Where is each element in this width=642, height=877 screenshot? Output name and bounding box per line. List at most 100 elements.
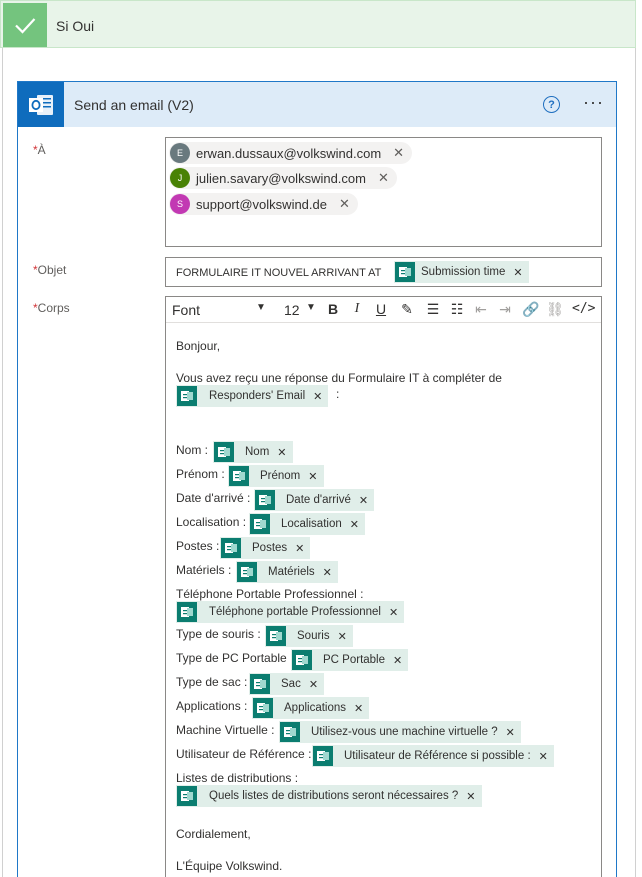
dynamic-token[interactable]: Utilisateur de Référence si possible : ✕ [312,745,554,767]
highlight-icon[interactable]: ✎ [398,301,416,318]
font-size-select[interactable]: 12 [284,302,300,318]
body-label-line: Prénom : [176,467,225,481]
remove-icon[interactable]: ✕ [359,494,368,507]
body-phone-label: Téléphone Portable Professionnel : [176,587,364,601]
dynamic-token[interactable]: Date d'arrivé ✕ [254,489,375,511]
forms-icon [177,602,197,622]
body-label-line: Date d'arrivé : [176,491,251,505]
dynamic-token[interactable]: Téléphone portable Professionnel ✕ [176,601,405,623]
forms-icon [177,386,197,406]
recipient-chip[interactable]: J julien.savary@volkswind.com ✕ [169,167,397,189]
dynamic-token[interactable]: Postes ✕ [220,537,311,559]
body-label-line: Applications : [176,699,248,713]
outlook-icon [18,82,64,127]
link-icon[interactable]: 🔗 [522,301,540,318]
forms-icon [313,746,333,766]
body-label-line: Localisation : [176,515,247,529]
to-field[interactable]: E erwan.dussaux@volkswind.com ✕ J julien… [165,137,602,247]
numbered-list-icon[interactable]: ☷ [448,301,466,318]
remove-icon[interactable]: ✕ [350,518,359,531]
dynamic-token[interactable]: Submission time ✕ [394,261,529,283]
forms-icon [253,698,273,718]
dynamic-token[interactable]: Souris ✕ [265,625,353,647]
help-icon[interactable]: ? [543,96,560,113]
remove-icon[interactable]: ✕ [466,790,475,803]
dynamic-token[interactable]: Quels listes de distributions seront néc… [176,785,482,807]
forms-icon [280,722,300,742]
body-label-line: Type de sac : [176,675,248,689]
remove-icon[interactable]: ✕ [309,678,318,691]
forms-icon [214,442,234,462]
dynamic-token[interactable]: Localisation ✕ [249,513,365,535]
dynamic-token[interactable]: Applications ✕ [252,697,370,719]
check-icon [3,3,47,47]
remove-icon[interactable]: ✕ [308,470,317,483]
body-lists-label: Listes de distributions : [176,771,299,785]
body-label-line: Matériels : [176,563,232,577]
underline-icon[interactable]: U [372,301,390,317]
recipient-chip[interactable]: S support@volkswind.de ✕ [169,193,358,215]
condition-yes-header[interactable]: Si Oui [0,0,636,48]
forms-icon [177,786,197,806]
bold-icon[interactable]: B [324,301,342,317]
dynamic-token[interactable]: Prénom ✕ [228,465,324,487]
remove-icon[interactable]: ✕ [393,654,402,667]
dynamic-token[interactable]: PC Portable ✕ [291,649,409,671]
chevron-down-icon[interactable]: ▼ [306,302,316,313]
forms-icon [221,538,241,558]
remove-icon[interactable]: ✕ [338,630,347,643]
unlink-icon[interactable]: ⛓ [546,301,564,318]
rich-text-toolbar: Font ▼ 12 ▼ B I U ✎ ☰ ☷ ⇤ ⇥ 🔗 ⛓ </> [166,297,601,323]
remove-icon[interactable]: ✕ [323,566,332,579]
body-closing: Cordialement, [176,827,251,841]
body-label-line: Type de souris : [176,627,261,641]
increase-indent-icon[interactable]: ⇥ [496,301,514,318]
forms-icon [266,626,286,646]
subject-label: *Objet [33,263,67,277]
dynamic-token[interactable]: Sac ✕ [249,673,325,695]
remove-icon[interactable]: ✕ [389,606,398,619]
decrease-indent-icon[interactable]: ⇤ [472,301,490,318]
body-intro-suffix: : [336,387,340,401]
font-select[interactable]: Font [172,302,200,318]
remove-icon[interactable]: ✕ [539,750,548,763]
subject-field[interactable]: FORMULAIRE IT NOUVEL ARRIVANT AT Submiss… [165,257,602,287]
remove-icon[interactable]: ✕ [339,196,350,212]
forms-icon [292,650,312,670]
forms-icon [237,562,257,582]
body-label-line: Machine Virtuelle : [176,723,275,737]
italic-icon[interactable]: I [348,301,366,317]
condition-yes-title: Si Oui [56,18,95,34]
card-title: Send an email (V2) [74,97,194,113]
body-signature: L'Équipe Volkswind. [176,859,283,873]
forms-icon [250,674,270,694]
card-header[interactable]: Send an email (V2) ? ··· [18,82,616,127]
dynamic-token[interactable]: Nom ✕ [213,441,293,463]
body-editor[interactable]: Font ▼ 12 ▼ B I U ✎ ☰ ☷ ⇤ ⇥ 🔗 ⛓ </> Bonj… [165,296,602,877]
body-greeting: Bonjour, [176,339,221,353]
remove-icon[interactable]: ✕ [295,542,304,555]
dynamic-token[interactable]: Matériels ✕ [236,561,338,583]
body-intro: Vous avez reçu une réponse du Formulaire… [176,371,502,385]
body-label-line: Postes : [176,539,220,553]
code-view-icon[interactable]: </> [572,301,595,316]
recipient-chip[interactable]: E erwan.dussaux@volkswind.com ✕ [169,142,413,164]
avatar: J [170,168,190,188]
more-options-icon[interactable]: ··· [583,92,604,113]
avatar: S [170,194,190,214]
chevron-down-icon[interactable]: ▼ [256,302,266,313]
remove-icon[interactable]: ✕ [506,726,515,739]
bullet-list-icon[interactable]: ☰ [424,301,442,318]
remove-icon[interactable]: ✕ [313,390,322,403]
remove-icon[interactable]: ✕ [277,446,286,459]
send-email-card: Send an email (V2) ? ··· *À E erwan.duss… [17,81,617,877]
forms-icon [255,490,275,510]
remove-icon[interactable]: ✕ [354,702,363,715]
dynamic-token[interactable]: Responders' Email ✕ [176,385,329,407]
body-label: *Corps [33,301,70,315]
remove-icon[interactable]: ✕ [378,170,389,186]
remove-icon[interactable]: ✕ [513,266,522,279]
body-label-line: Type de PC Portable : [176,651,294,665]
dynamic-token[interactable]: Utilisez-vous une machine virtuelle ? ✕ [279,721,521,743]
remove-icon[interactable]: ✕ [393,145,404,161]
